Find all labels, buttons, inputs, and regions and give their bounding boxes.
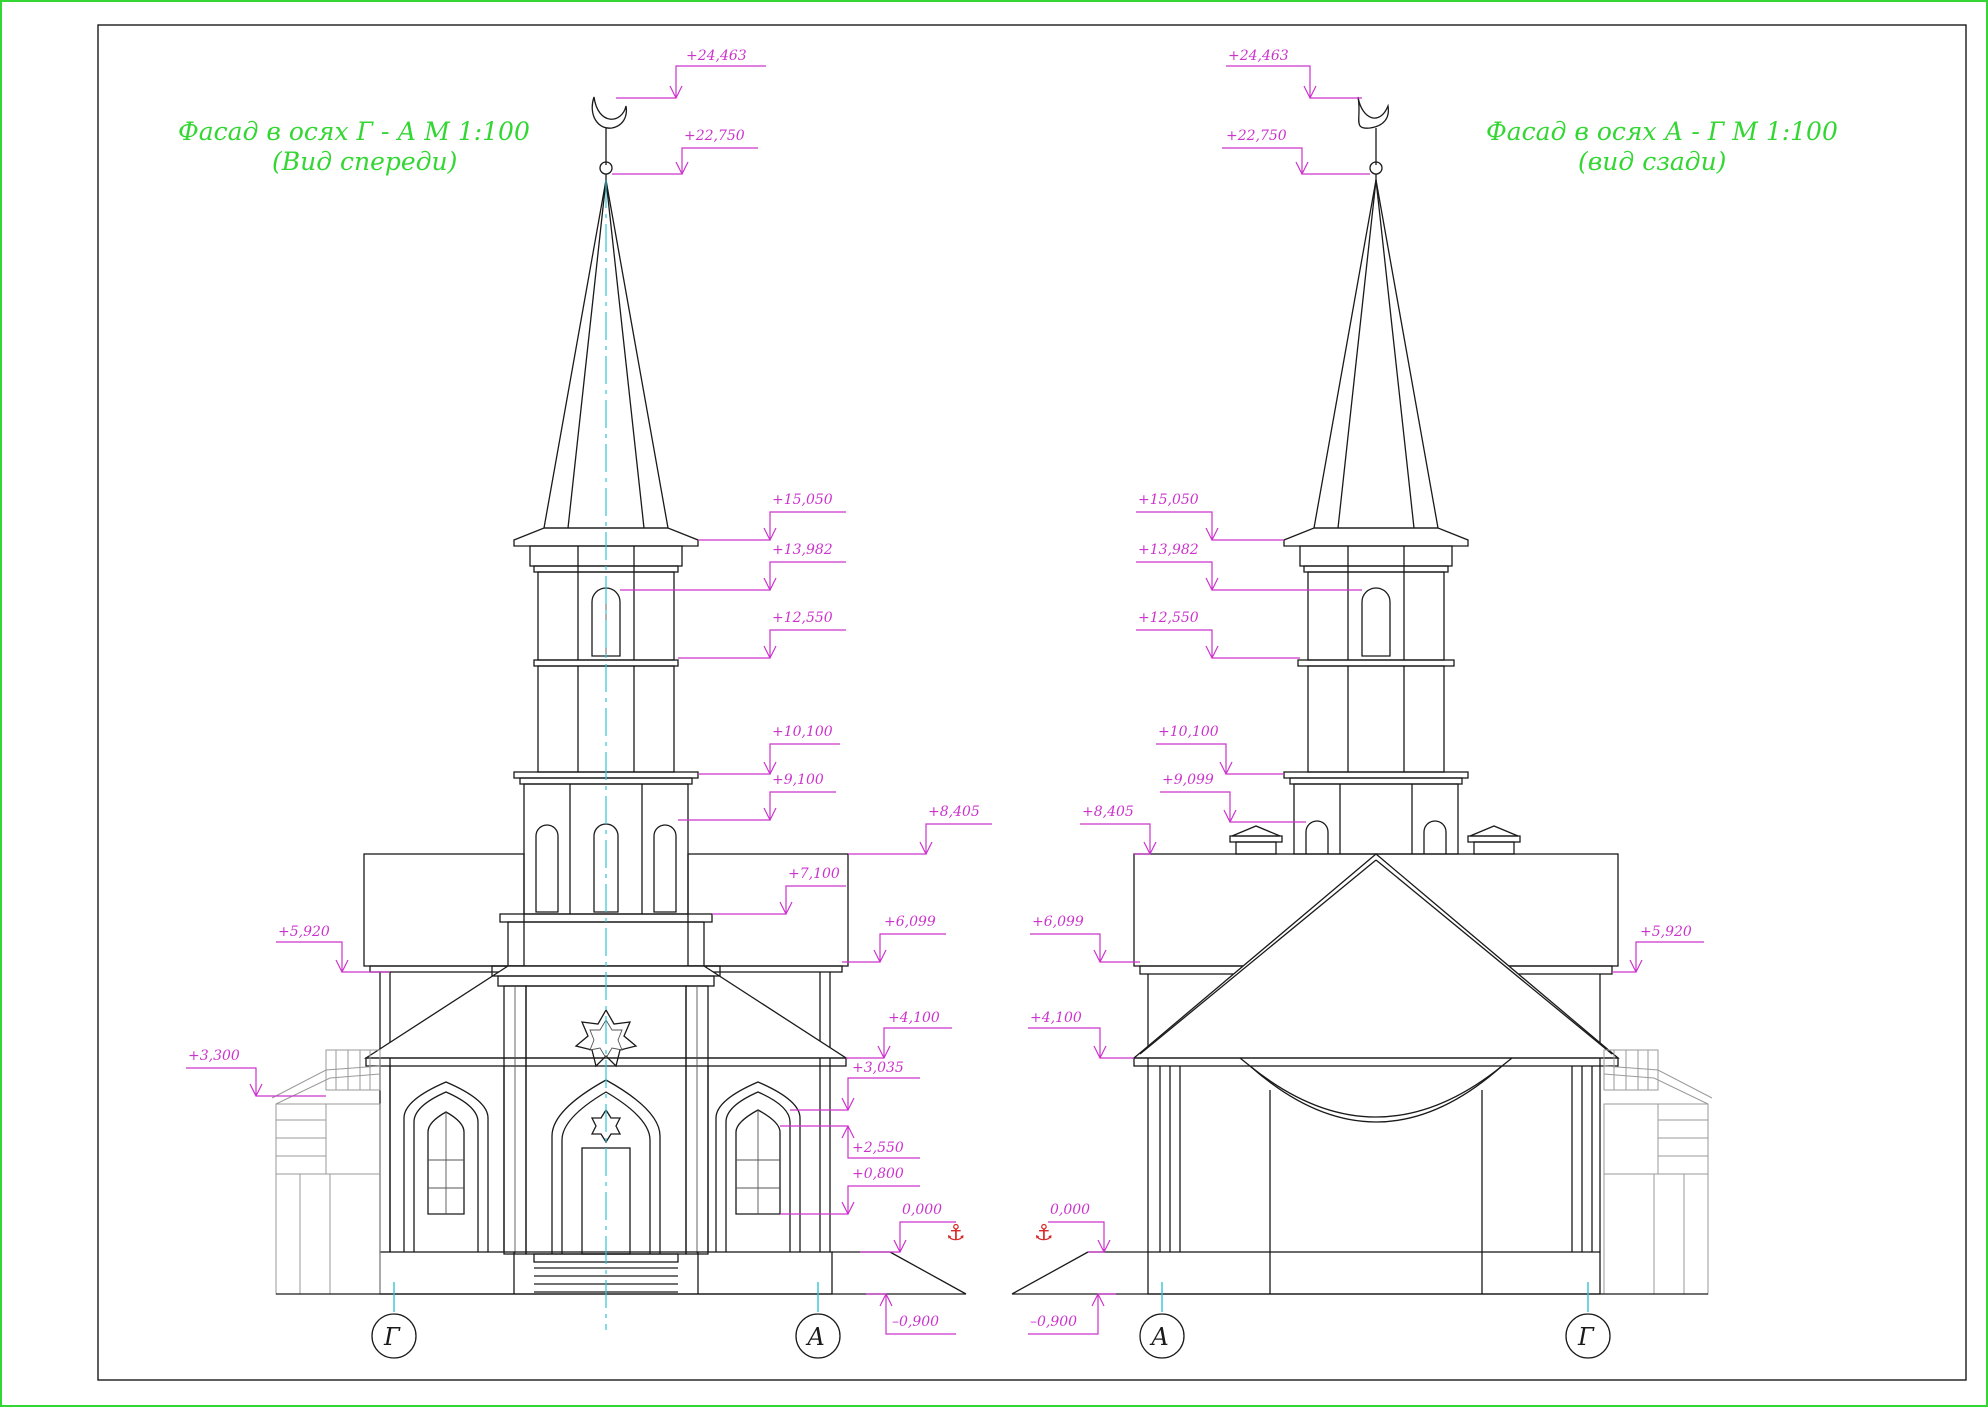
- mark-door-arch: +3,035: [852, 1060, 904, 1076]
- mark-window-top: +2,550: [852, 1140, 904, 1156]
- right-mark-gable: +4,100: [1030, 1010, 1082, 1026]
- right-middle-tier: [1229, 771, 1521, 855]
- left-elevation-marks: +24,463 +22,750 +15,050 +13,982 +12,550 …: [186, 48, 992, 1335]
- right-mark-tier2-base: +12,550: [1138, 610, 1199, 626]
- right-crescent-icon: [1357, 96, 1390, 129]
- mark-porch-roof: +4,100: [888, 1010, 940, 1026]
- right-axis-g-label: Г: [1577, 1323, 1595, 1351]
- right-anchor-icon: ⚓: [1034, 1221, 1054, 1246]
- right-mark-tier1-top: +10,100: [1158, 724, 1219, 740]
- right-walls: [1159, 1066, 1593, 1294]
- mark-main-roof: +8,405: [928, 804, 980, 820]
- right-mark-eave-right: +5,920: [1640, 924, 1692, 940]
- facade-drawing-sheet: Фасад в осях Г - А М 1:100 (Вид спереди): [0, 0, 1988, 1407]
- right-mark-arch-top: +13,982: [1138, 542, 1199, 558]
- left-side-stair: [271, 1049, 381, 1295]
- right-mark-main-roof: +8,405: [1082, 804, 1134, 820]
- mark-tier1-base: +7,100: [788, 866, 840, 882]
- right-mark-eave-left: +6,099: [1032, 914, 1084, 930]
- left-axis-a-label: А: [805, 1323, 825, 1351]
- mark-tier2-base: +12,550: [772, 610, 833, 626]
- mark-spire-base: +15,050: [772, 492, 833, 508]
- mark-finial: +22,750: [684, 128, 745, 144]
- anchor-icon: ⚓: [946, 1221, 966, 1246]
- right-mark-top: +24,463: [1228, 48, 1289, 64]
- left-axis-g-label: Г: [383, 1323, 401, 1351]
- mark-eave-left: +5,920: [278, 924, 330, 940]
- right-upper-tier: [1297, 545, 1455, 773]
- mark-eave-right: +6,099: [884, 914, 936, 930]
- mark-porch-left: +3,300: [188, 1048, 240, 1064]
- left-facade-subtitle: (Вид спереди): [272, 147, 457, 176]
- right-gable-arch: [1239, 1057, 1513, 1118]
- right-elevation-marks: +24,463 +22,750 +15,050 +13,982 +12,550 …: [1028, 48, 1704, 1335]
- right-facade-subtitle: (вид сзади): [1578, 147, 1726, 176]
- sheet-outer-frame: [0, 0, 1988, 1407]
- right-mark-arch1-top: +9,099: [1162, 772, 1214, 788]
- mark-top: +24,463: [686, 48, 747, 64]
- left-crescent-icon: [591, 96, 628, 129]
- right-main-roof: [1132, 853, 1620, 1252]
- mark-arch-top: +13,982: [772, 542, 833, 558]
- mark-tier1-top: +10,100: [772, 724, 833, 740]
- right-mark-zero: 0,000: [1050, 1202, 1090, 1218]
- right-axis-a-label: А: [1149, 1323, 1169, 1351]
- right-facade-title: Фасад в осях А - Г М 1:100: [1486, 117, 1838, 146]
- mark-arch1-top: +9,100: [772, 772, 824, 788]
- right-side-stair: [1603, 1049, 1713, 1295]
- right-plinth: [1147, 1251, 1601, 1295]
- mark-sill: +0,800: [852, 1166, 904, 1182]
- mark-ground: –0,900: [892, 1314, 939, 1330]
- right-facade: Фасад в осях А - Г М 1:100 (вид сзади) А…: [1011, 48, 1838, 1359]
- left-side-wings: [389, 1066, 801, 1252]
- left-facade: Фасад в осях Г - А М 1:100 (Вид спереди): [178, 48, 992, 1359]
- right-mark-finial: +22,750: [1226, 128, 1287, 144]
- left-facade-title: Фасад в осях Г - А М 1:100: [178, 117, 530, 146]
- right-mark-spire-base: +15,050: [1138, 492, 1199, 508]
- mark-zero: 0,000: [902, 1202, 942, 1218]
- right-spire: [1283, 179, 1469, 547]
- right-mark-ground: –0,900: [1030, 1314, 1077, 1330]
- sheet-inner-frame: [97, 24, 1967, 1381]
